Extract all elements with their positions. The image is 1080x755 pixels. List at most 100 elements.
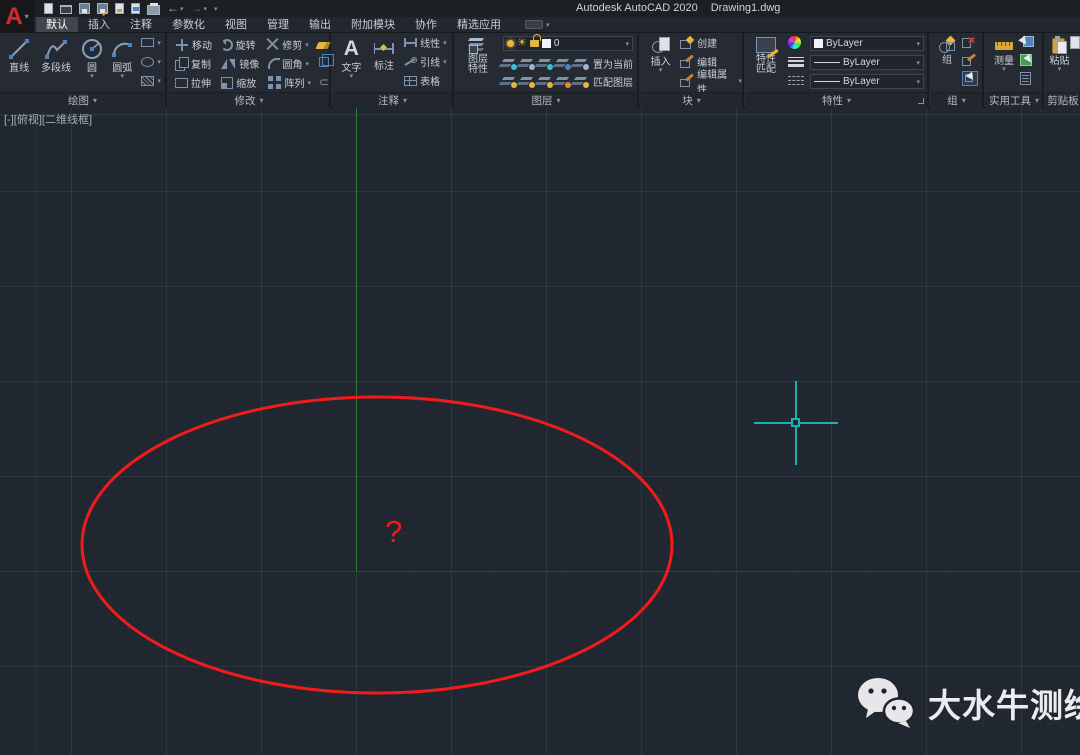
scale-button[interactable]: 缩放	[221, 73, 264, 92]
caret-down-icon[interactable]: ▾	[121, 74, 125, 80]
undo-button[interactable]: ←▾	[167, 1, 184, 16]
unisolate-icon[interactable]	[539, 76, 552, 87]
move-button[interactable]: 移动	[175, 35, 218, 54]
layer-isolate-icon[interactable]	[521, 58, 534, 69]
layer-off-icon[interactable]	[503, 58, 516, 69]
turn-all-layers-on-icon[interactable]	[503, 76, 516, 87]
panel-label-utilities[interactable]: 实用工具▾	[986, 92, 1042, 108]
red-ellipse-object[interactable]	[82, 397, 672, 693]
tab-collaborate[interactable]: 协作	[405, 17, 447, 32]
print-button[interactable]	[147, 1, 160, 16]
layer-lock-icon[interactable]	[557, 58, 570, 69]
layer-properties-button[interactable]: 图层 特性	[457, 33, 499, 75]
create-block-button[interactable]: 创建	[680, 33, 742, 52]
tab-manage[interactable]: 管理	[257, 17, 299, 32]
question-mark-text[interactable]: ?	[385, 514, 402, 550]
lineweight-dropdown[interactable]: ByLayer ▾	[810, 55, 924, 70]
rectangle-button[interactable]: ▾	[141, 33, 165, 52]
tab-addins[interactable]: 附加模块	[341, 17, 405, 32]
polyline-button[interactable]: 多段线	[34, 33, 78, 92]
save-as-button[interactable]	[97, 1, 108, 16]
group-edit-button[interactable]	[962, 51, 978, 69]
rotate-button[interactable]: 旋转	[221, 35, 264, 54]
ribbon-display-toggle[interactable]: ▾	[525, 17, 550, 32]
panel-label-properties[interactable]: 特性▾	[746, 92, 927, 108]
insert-block-button[interactable]: 插入 ▾	[645, 33, 676, 92]
fillet-button[interactable]: 圆角▾	[268, 54, 316, 73]
quick-select-button[interactable]	[1020, 33, 1034, 51]
plot-button[interactable]	[115, 1, 124, 16]
tab-view[interactable]: 视图	[215, 17, 257, 32]
panel-dialog-launcher-icon[interactable]	[918, 98, 924, 104]
match-properties-button[interactable]: 特性 匹配	[748, 33, 784, 75]
tab-output[interactable]: 输出	[299, 17, 341, 32]
trim-button[interactable]: 修剪▾	[266, 35, 314, 54]
edit-attributes-button[interactable]: 编辑属性▾	[680, 71, 742, 90]
export-button[interactable]	[131, 1, 140, 16]
table-button[interactable]: 表格	[404, 71, 452, 90]
explode-button[interactable]	[319, 57, 329, 70]
open-button[interactable]	[60, 1, 72, 16]
quick-calc-button[interactable]	[1020, 51, 1034, 69]
caret-down-icon[interactable]: ▾	[180, 5, 184, 13]
panel-label-draw[interactable]: 绘图▾	[0, 92, 165, 108]
leader-button[interactable]: 引线▾	[404, 52, 452, 71]
hatch-button[interactable]: ▾	[141, 71, 165, 90]
lineweight-icon-button[interactable]	[788, 57, 804, 67]
stretch-button[interactable]: 拉伸	[175, 73, 218, 92]
group-selection-toggle[interactable]	[962, 69, 978, 87]
set-current-button[interactable]: 置为当前	[593, 56, 633, 71]
new-button[interactable]	[44, 1, 53, 16]
arc-button[interactable]: 圆弧 ▾	[106, 33, 138, 92]
layer-freeze-icon[interactable]	[539, 58, 552, 69]
tab-annotate[interactable]: 注释	[120, 17, 162, 32]
ungroup-button[interactable]	[962, 33, 978, 51]
panel-label-modify[interactable]: 修改▾	[169, 92, 329, 108]
list-button[interactable]	[1020, 69, 1034, 87]
erase-button[interactable]	[317, 38, 329, 52]
caret-down-icon[interactable]: ▾	[90, 74, 94, 80]
panel-label-group[interactable]: 组▾	[931, 92, 982, 108]
caret-down-icon[interactable]: ▾	[350, 74, 354, 80]
color-wheel-button[interactable]	[788, 36, 801, 54]
unlock-layer-icon[interactable]	[557, 76, 570, 87]
dimension-button[interactable]: 标注	[366, 33, 402, 92]
object-color-dropdown[interactable]: ByLayer ▾	[810, 36, 924, 51]
redo-button[interactable]: →▾	[191, 1, 208, 16]
linear-dimension-button[interactable]: 线性▾	[404, 33, 452, 52]
make-current-icon[interactable]	[575, 58, 588, 69]
match-layer-button[interactable]: 匹配图层	[593, 74, 633, 89]
panel-label-layers[interactable]: 图层▾	[455, 92, 637, 108]
model-space-canvas[interactable]: [-][俯视][二维线框] ? 大水牛测绘	[0, 108, 1080, 755]
qat-customize-button[interactable]: ▾	[214, 1, 218, 16]
array-button[interactable]: 阵列▾	[268, 73, 316, 92]
panel-label-annotation[interactable]: 注释▾	[333, 92, 452, 108]
mirror-button[interactable]: 镜像	[221, 54, 264, 73]
tab-insert[interactable]: 插入	[78, 17, 120, 32]
layer-select-dropdown[interactable]: ☀ 0 ▾	[503, 36, 633, 51]
linetype-icon-button[interactable]	[788, 76, 804, 85]
save-button[interactable]	[79, 1, 90, 16]
measure-button[interactable]: 测量 ▾	[988, 33, 1020, 92]
text-button[interactable]: A 文字 ▾	[337, 33, 366, 92]
panel-label-block[interactable]: 块▾	[641, 92, 742, 108]
tab-home[interactable]: 默认	[36, 17, 78, 32]
caret-down-icon[interactable]: ▾	[204, 5, 208, 13]
tab-parametric[interactable]: 参数化	[162, 17, 215, 32]
thaw-all-layers-icon[interactable]	[521, 76, 534, 87]
paste-button[interactable]: 粘贴 ▾	[1049, 33, 1070, 92]
ellipse-tool-button[interactable]: ▾	[141, 52, 165, 71]
join-button[interactable]: ⊂	[319, 76, 329, 89]
linetype-dropdown[interactable]: ByLayer ▾	[810, 74, 924, 89]
tab-featured-apps[interactable]: 精选应用	[447, 17, 511, 32]
line-button[interactable]: 直线	[4, 33, 34, 92]
copy-button[interactable]: 复制	[175, 54, 218, 73]
caret-down-icon[interactable]: ▾	[659, 68, 663, 74]
group-button[interactable]: 组	[934, 33, 960, 92]
caret-down-icon[interactable]: ▾	[1002, 67, 1006, 73]
application-menu-button[interactable]: A ▾	[0, 0, 34, 33]
copy-clip-button[interactable]	[1070, 33, 1080, 52]
circle-button[interactable]: 圆 ▾	[78, 33, 106, 92]
caret-down-icon[interactable]: ▾	[1058, 67, 1062, 73]
match-layer-icon[interactable]	[575, 76, 588, 87]
